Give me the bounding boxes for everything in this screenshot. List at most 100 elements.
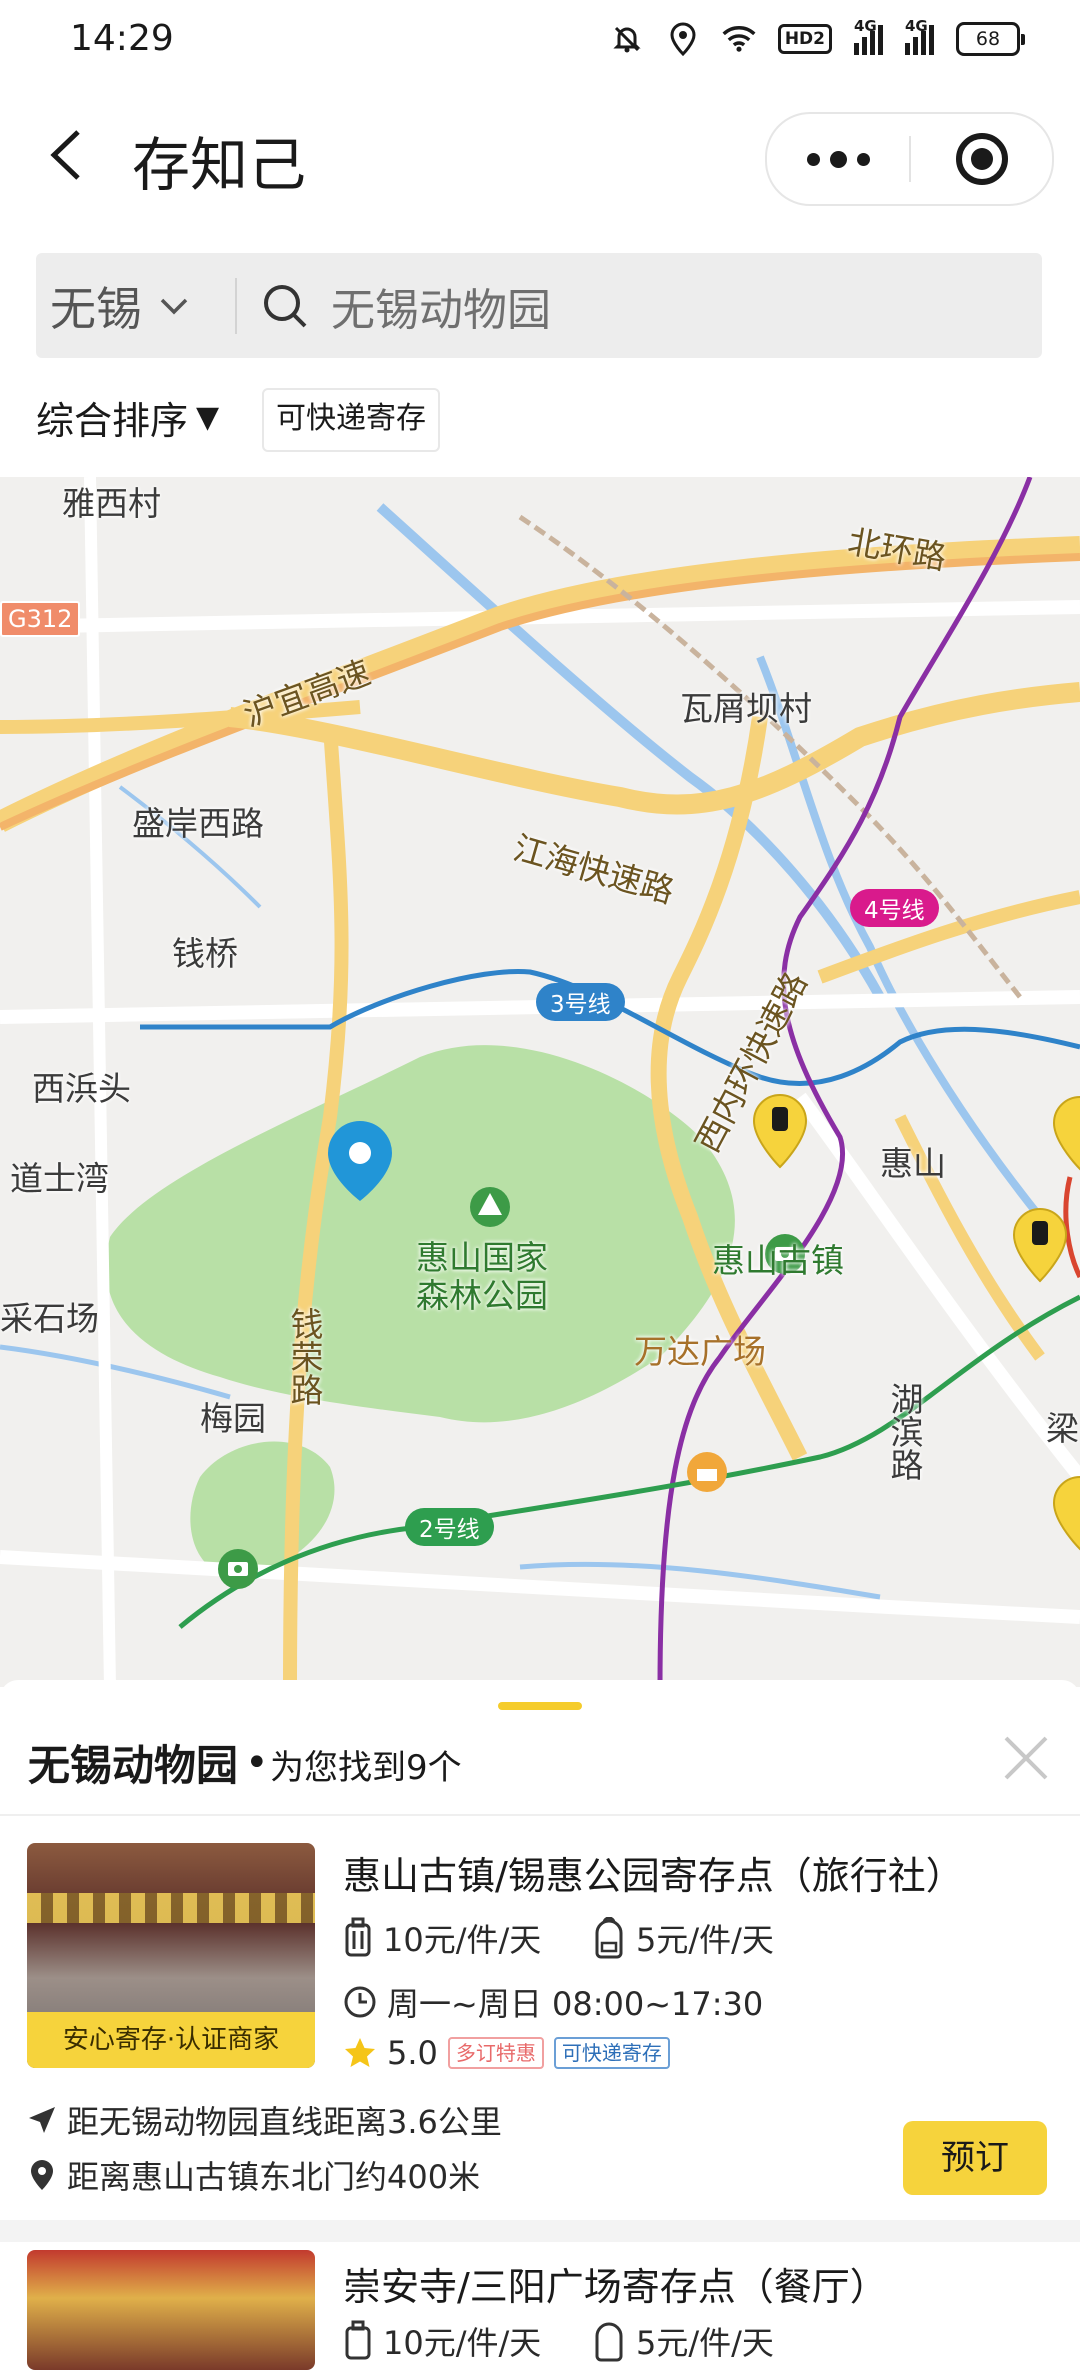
battery-icon: 68 xyxy=(956,22,1025,56)
map-label-wapei: 瓦屑坝村 xyxy=(680,689,812,728)
metro-line-3-badge: 3号线 xyxy=(536,983,625,1021)
chevron-down-icon xyxy=(160,298,188,314)
close-icon xyxy=(1004,1736,1048,1780)
opening-hours: 周一~周日 08:00~17:30 xyxy=(343,1979,763,2025)
more-dot-icon xyxy=(806,152,820,166)
forest-park-poi-icon xyxy=(470,1187,510,1227)
mall-poi-icon xyxy=(687,1452,727,1492)
clock-icon xyxy=(344,1986,376,2018)
back-button[interactable] xyxy=(40,120,100,190)
sheet-title: 无锡动物园 xyxy=(28,1741,239,1790)
more-dot-icon xyxy=(856,152,870,166)
backpack-icon xyxy=(595,2322,623,2362)
status-icons: HD2 4G 4G 68 xyxy=(610,17,1025,56)
map-label-yaxicun: 雅西村 xyxy=(62,484,161,523)
result-count: 为您找到9个 xyxy=(270,1748,462,1788)
distance-landmark: 距离惠山古镇东北门约400米 xyxy=(27,2152,480,2198)
price-bag: 5元/件/天 xyxy=(592,1915,774,1961)
close-sheet-button[interactable] xyxy=(996,1728,1056,1788)
hd-voice-icon: HD2 xyxy=(777,24,832,54)
map-label-huishan-forest-park: 惠山国家 森林公园 xyxy=(416,1238,548,1315)
price-luggage-text: 10元/件/天 xyxy=(383,1921,542,1959)
certified-badge: 安心寄存·认证商家 xyxy=(27,2012,315,2068)
map-label-huishan-ancient-town: 惠山古镇 xyxy=(712,1241,844,1280)
target-icon xyxy=(955,133,1008,185)
luggage-icon xyxy=(345,2320,371,2360)
wifi-icon xyxy=(722,22,756,56)
map-canvas xyxy=(0,477,1080,1687)
storage-marker-icon[interactable] xyxy=(752,1093,808,1169)
opening-hours-text: 周一~周日 08:00~17:30 xyxy=(387,1985,764,2023)
shop-name[interactable]: 惠山古镇/锡惠公园寄存点（旅行社） xyxy=(343,1845,964,1900)
map-label-shengan-road: 盛岸西路 xyxy=(132,804,264,843)
map-label-hubin-road: 湖滨路 xyxy=(885,1382,924,1481)
price-luggage: 10元/件/天 xyxy=(343,1915,541,1961)
book-button[interactable]: 预订 xyxy=(903,2121,1047,2195)
price-bag: 5元/件/天 xyxy=(592,2318,774,2364)
search-input[interactable]: 无锡动物园 xyxy=(331,274,551,338)
city-label: 无锡 xyxy=(50,281,142,336)
map-label-liang: 梁 xyxy=(1046,1409,1079,1448)
shop-thumbnail[interactable] xyxy=(27,2250,315,2370)
distance-landmark-text: 距离惠山古镇东北门约400米 xyxy=(67,2158,481,2196)
map-label-qianrong-road: 钱荣路 xyxy=(285,1307,324,1406)
sort-label: 综合排序 xyxy=(36,399,189,443)
distance-straight: 距无锡动物园直线距离3.6公里 xyxy=(27,2097,502,2143)
sheet-divider xyxy=(0,1814,1080,1816)
storage-marker-icon[interactable] xyxy=(1052,1475,1080,1551)
metro-line xyxy=(1063,1176,1080,1279)
highway-shield-g312: G312 xyxy=(0,601,81,637)
storage-marker-icon[interactable] xyxy=(1012,1207,1068,1283)
shop-name[interactable]: 崇安寺/三阳广场寄存点（餐厅） xyxy=(343,2256,888,2311)
map-label-wanda-plaza: 万达广场 xyxy=(634,1332,766,1371)
express-storage-filter[interactable]: 可快递寄存 xyxy=(262,388,440,452)
price-bag-text: 5元/件/天 xyxy=(636,1921,774,1959)
map-label-daoshiwan: 道士湾 xyxy=(10,1159,109,1198)
distance-straight-text: 距无锡动物园直线距离3.6公里 xyxy=(67,2103,502,2141)
search-divider xyxy=(235,277,237,334)
sheet-separator: • xyxy=(245,1740,269,1786)
status-time: 14:29 xyxy=(70,18,174,59)
more-options-button[interactable] xyxy=(767,114,909,204)
search-icon xyxy=(264,284,307,327)
city-selector[interactable]: 无锡 xyxy=(36,273,235,339)
map-label-huishan: 惠山 xyxy=(880,1144,946,1183)
price-luggage: 10元/件/天 xyxy=(343,2318,541,2364)
map-label-caishichang: 采石场 xyxy=(0,1299,99,1338)
price-luggage-text: 10元/件/天 xyxy=(383,2324,542,2362)
map-label-meiyuan: 梅园 xyxy=(200,1399,266,1438)
chevron-left-icon xyxy=(50,130,80,180)
storage-marker-icon[interactable] xyxy=(1052,1095,1080,1171)
map-view[interactable]: 雅西村 G312 沪宜高速 北环路 瓦屑坝村 盛岸西路 江海快速路 钱桥 西浜头… xyxy=(0,477,1080,1687)
sort-dropdown[interactable]: 综合排序 ▼ xyxy=(36,390,219,445)
map-label-qianqiao: 钱桥 xyxy=(172,934,238,973)
signal-icon: 4G xyxy=(854,17,883,55)
card-separator xyxy=(0,2220,1080,2242)
tag-express-storage: 可快递寄存 xyxy=(553,2037,670,2069)
miniapp-capsule xyxy=(765,112,1054,206)
star-icon xyxy=(345,2038,375,2067)
more-dot-icon xyxy=(829,150,847,168)
metro-line-4-badge: 4号线 xyxy=(850,889,939,927)
rating-row: 5.0 多订特惠 可快递寄存 xyxy=(343,2034,670,2072)
triangle-down-icon: ▼ xyxy=(196,400,220,435)
signal-icon-2: 4G xyxy=(905,17,934,55)
shop-thumbnail[interactable]: 安心寄存·认证商家 xyxy=(27,1843,315,2068)
map-pin-icon xyxy=(31,2160,53,2190)
scenic-camera-icon xyxy=(218,1549,258,1589)
navigation-arrow-icon xyxy=(29,2107,55,2133)
close-miniapp-button[interactable] xyxy=(911,114,1052,204)
metro-line-2-badge: 2号线 xyxy=(405,1508,494,1546)
luggage-icon xyxy=(345,1917,371,1957)
backpack-icon xyxy=(595,1917,623,1959)
price-bag-text: 5元/件/天 xyxy=(636,2324,774,2362)
tag-multi-order-discount: 多订特惠 xyxy=(447,2037,544,2069)
map-label-xibintou: 西浜头 xyxy=(32,1069,131,1108)
page-title: 存知己 xyxy=(132,131,307,199)
park-area xyxy=(190,1441,335,1577)
mute-bell-icon xyxy=(610,22,644,56)
rating-value: 5.0 xyxy=(387,2034,438,2072)
location-icon xyxy=(666,22,700,56)
sheet-drag-handle[interactable] xyxy=(498,1702,582,1710)
search-bar: 无锡 无锡动物园 xyxy=(36,253,1042,358)
